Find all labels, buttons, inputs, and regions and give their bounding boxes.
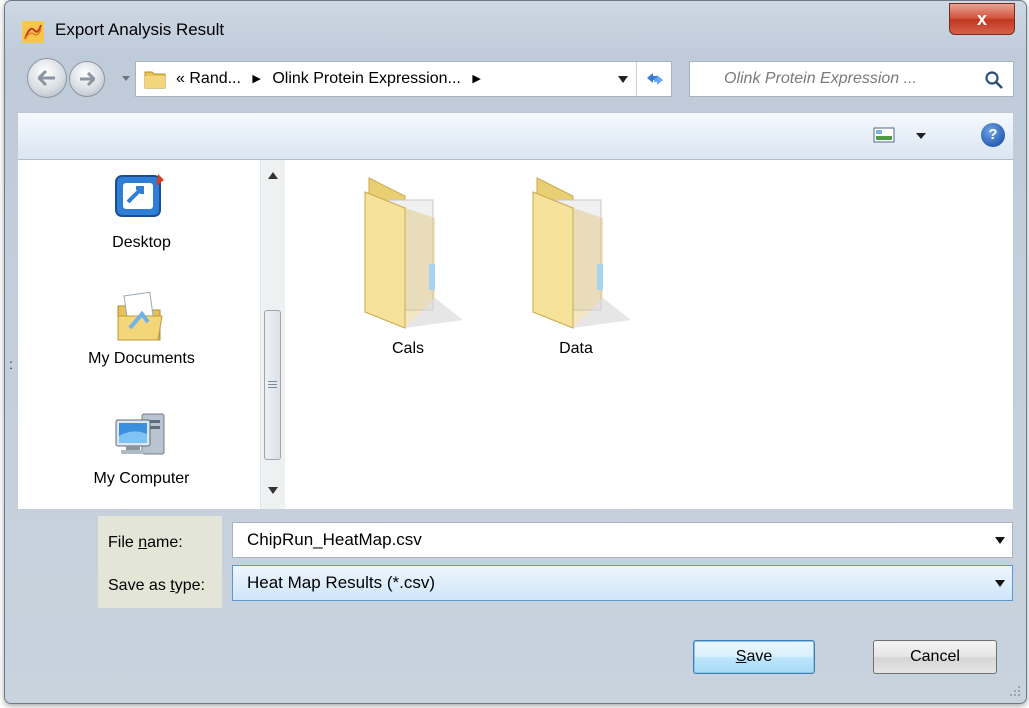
sidebar-item-my-computer[interactable]: My Computer: [18, 408, 265, 518]
back-arrow-icon: [38, 70, 55, 86]
close-button[interactable]: x: [949, 3, 1015, 35]
scrollbar-thumb[interactable]: [264, 310, 281, 460]
sidebar-item-label: My Documents: [88, 350, 195, 367]
folder-item-data[interactable]: Data: [511, 170, 641, 370]
forward-button[interactable]: [69, 61, 105, 97]
breadcrumb-segment[interactable]: Olink Protein Expression...: [272, 70, 461, 87]
help-icon[interactable]: ?: [981, 123, 1005, 147]
export-dialog: Export Analysis Result x « Rand... ▶ Oli…: [4, 0, 1027, 704]
scroll-up-arrow-icon[interactable]: [268, 172, 278, 179]
form-labels: File name: Save as type:: [98, 516, 222, 608]
folder-icon: [532, 177, 631, 329]
file-name-label: File name:: [108, 534, 183, 551]
my-documents-icon: [117, 291, 163, 341]
address-bar[interactable]: « Rand... ▶ Olink Protein Expression... …: [135, 61, 672, 97]
search-icon[interactable]: [984, 70, 1004, 90]
app-icon: [22, 21, 44, 43]
save-as-type-value: Heat Map Results (*.csv): [247, 573, 435, 592]
folder-item-cals[interactable]: Cals: [343, 170, 473, 370]
chevron-right-icon[interactable]: ▶: [472, 72, 480, 85]
save-button[interactable]: Save: [693, 640, 815, 674]
cancel-button[interactable]: Cancel: [873, 640, 997, 674]
navigation-scrollbar[interactable]: [260, 160, 285, 509]
forward-arrow-icon: [80, 72, 95, 86]
close-icon: x: [976, 9, 987, 29]
address-dropdown-icon[interactable]: [618, 76, 628, 84]
folder-icon: [364, 177, 463, 329]
save-as-type-select[interactable]: Heat Map Results (*.csv): [232, 565, 1013, 601]
chevron-right-icon[interactable]: ▶: [252, 72, 260, 85]
views-dropdown-icon[interactable]: [916, 133, 926, 140]
navigation-pane: Desktop My Documents My Computer: [18, 160, 265, 509]
splitter-grip[interactable]: :: [9, 356, 13, 372]
scrollbar-grip-icon: [268, 379, 277, 390]
file-list: Cals Data: [285, 160, 1013, 509]
search-input[interactable]: [690, 62, 978, 96]
dialog-title: Export Analysis Result: [55, 20, 225, 39]
breadcrumb-overflow[interactable]: «: [176, 70, 185, 87]
views-icon[interactable]: [873, 127, 895, 143]
desktop-icon: [115, 174, 164, 217]
back-button[interactable]: [27, 58, 67, 98]
breadcrumb-segment[interactable]: Rand...: [189, 70, 241, 87]
sidebar-item-label: Desktop: [112, 234, 171, 251]
chevron-down-icon[interactable]: [995, 580, 1005, 587]
my-computer-icon: [115, 413, 165, 455]
file-name-field[interactable]: ChipRun_HeatMap.csv: [232, 522, 1013, 558]
scroll-down-arrow-icon[interactable]: [268, 487, 278, 494]
breadcrumb: « Rand... ▶ Olink Protein Expression... …: [176, 70, 488, 88]
resize-grip-icon[interactable]: [1009, 685, 1021, 697]
refresh-button[interactable]: [636, 62, 672, 96]
sidebar-item-desktop[interactable]: Desktop: [18, 172, 265, 282]
chevron-down-icon[interactable]: [995, 537, 1005, 544]
sidebar-item-label: My Computer: [93, 470, 190, 487]
title-bar: Export Analysis Result x: [5, 1, 1026, 57]
search-box: [689, 61, 1014, 97]
folder-name: Data: [559, 340, 593, 357]
file-name-value[interactable]: ChipRun_HeatMap.csv: [247, 530, 422, 550]
command-toolbar: ?: [18, 112, 1013, 160]
folder-name: Cals: [391, 340, 424, 357]
recent-pages-dropdown-icon[interactable]: [121, 73, 131, 83]
save-as-type-label: Save as type:: [108, 577, 205, 594]
refresh-icon: [647, 73, 663, 85]
sidebar-item-my-documents[interactable]: My Documents: [18, 288, 265, 398]
folder-icon: [144, 71, 166, 89]
